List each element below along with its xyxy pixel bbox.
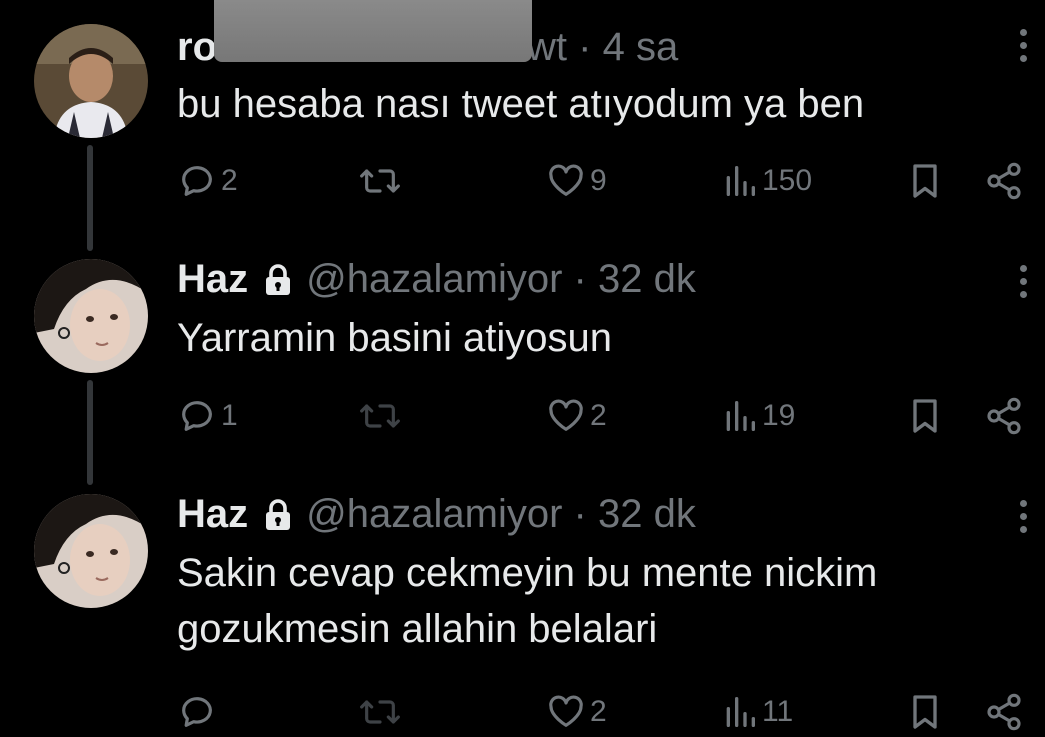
reply-count: 2 [221, 164, 238, 197]
like-button[interactable]: 2 [546, 394, 607, 438]
avatar[interactable] [34, 494, 148, 608]
separator: · [573, 257, 587, 301]
handle[interactable]: @hazalamiyor [306, 257, 562, 301]
bookmark-button[interactable] [908, 394, 942, 438]
display-name[interactable]: Haz [177, 257, 248, 301]
handle[interactable]: wt [527, 25, 567, 69]
share-icon [987, 397, 1021, 435]
reply-icon [182, 401, 212, 431]
timestamp[interactable]: 32 dk [598, 492, 696, 536]
tweet-header: Haz @hazalamiyor · 32 dk [177, 491, 696, 541]
tweet[interactable]: ro wt · 4 sa bu hesaba nası tweet atıyodu… [0, 0, 1045, 230]
view-count: 19 [762, 399, 796, 432]
more-options-icon[interactable] [1015, 258, 1031, 304]
retweet-button[interactable] [358, 394, 406, 438]
reply-icon [182, 166, 212, 196]
retweet-icon [360, 404, 400, 428]
views-button[interactable]: 150 [722, 159, 812, 203]
bookmark-button[interactable] [908, 159, 942, 203]
views-icon [726, 166, 755, 196]
tweet-text: Sakin cevap cekmeyin bu mente nickim goz… [177, 551, 878, 651]
share-icon [987, 693, 1021, 731]
avatar[interactable] [34, 24, 148, 138]
heart-icon [549, 164, 583, 196]
share-button[interactable] [984, 394, 1024, 438]
like-count: 9 [590, 164, 607, 197]
action-bar: 2 11 [0, 690, 1045, 734]
lock-icon [264, 260, 292, 306]
heart-icon [549, 399, 583, 431]
action-bar: 1 2 19 [0, 394, 1045, 438]
view-count: 150 [762, 164, 813, 197]
tweet-header: Haz @hazalamiyor · 32 dk [177, 256, 696, 306]
retweet-icon [360, 700, 400, 724]
more-options-icon[interactable] [1015, 22, 1031, 68]
handle[interactable]: @hazalamiyor [306, 492, 562, 536]
heart-icon [549, 695, 583, 727]
like-button[interactable]: 9 [546, 159, 607, 203]
views-icon [726, 401, 755, 431]
bookmark-button[interactable] [908, 690, 942, 734]
reply-button[interactable]: 1 [177, 394, 238, 438]
retweet-icon [360, 169, 400, 193]
separator: · [573, 492, 587, 536]
reply-button[interactable] [177, 690, 221, 734]
display-name[interactable]: ro [177, 25, 217, 69]
reply-button[interactable]: 2 [177, 159, 238, 203]
timestamp[interactable]: 4 sa [603, 25, 679, 69]
tweet-text: Yarramin basini atiyosun [177, 316, 613, 360]
share-icon [987, 162, 1021, 200]
like-count: 2 [590, 695, 607, 728]
like-button[interactable]: 2 [546, 690, 607, 734]
lock-icon [264, 495, 292, 541]
action-bar: 2 9 150 [0, 159, 1045, 203]
views-button[interactable]: 19 [722, 394, 795, 438]
timestamp[interactable]: 32 dk [598, 257, 696, 301]
reply-icon [182, 697, 212, 727]
share-button[interactable] [984, 690, 1024, 734]
views-button[interactable]: 11 [722, 690, 793, 734]
view-count: 11 [762, 695, 794, 728]
separator: · [578, 25, 592, 69]
bookmark-icon [913, 399, 937, 433]
retweet-button[interactable] [358, 690, 406, 734]
redaction-block [214, 0, 532, 62]
tweet-text: bu hesaba nası tweet atıyodum ya ben [177, 82, 865, 126]
retweet-button[interactable] [358, 159, 406, 203]
avatar[interactable] [34, 259, 148, 373]
more-options-icon[interactable] [1015, 493, 1031, 539]
share-button[interactable] [984, 159, 1024, 203]
reply-count: 1 [221, 399, 238, 432]
bookmark-icon [913, 164, 937, 198]
display-name[interactable]: Haz [177, 492, 248, 536]
views-icon [726, 697, 755, 727]
like-count: 2 [590, 399, 607, 432]
bookmark-icon [913, 695, 937, 729]
